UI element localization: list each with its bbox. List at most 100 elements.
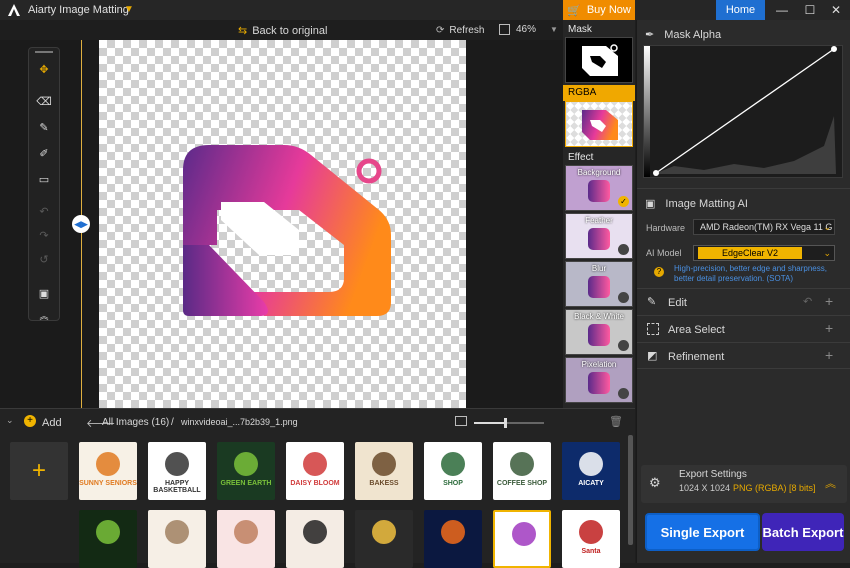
buy-now-button[interactable]: 🛒 Buy Now (563, 0, 635, 20)
slider-handle[interactable] (504, 418, 507, 428)
status-dot-icon (618, 292, 629, 303)
refinement-section[interactable]: ◩ Refinement + (637, 342, 850, 369)
status-dot-icon (618, 388, 629, 399)
add-image-tile[interactable]: + (10, 442, 68, 500)
gallery-thumbnail[interactable]: Santa (562, 510, 620, 568)
eyedropper-icon: ✒ (645, 29, 655, 41)
thumbnail-image (579, 452, 603, 476)
image-matting-header: ▣ Image Matting AI (645, 197, 748, 211)
gallery-thumbnail[interactable] (286, 510, 344, 568)
back-to-original-button[interactable]: ⇆ Back to original (238, 24, 327, 38)
effect-blur[interactable]: Blur (565, 261, 633, 307)
gallery-thumbnail[interactable] (424, 510, 482, 568)
mask-preview[interactable] (565, 37, 633, 83)
export-settings-icon: ⚙ (649, 475, 661, 490)
thumbnail-caption: GREEN EARTH (220, 480, 272, 487)
refresh-button[interactable]: ⟳ Refresh (436, 25, 484, 36)
current-file-name: winxvideoai_...7b2b39_1.png (181, 417, 298, 427)
effect-pixelation[interactable]: Pixelation (565, 357, 633, 403)
roller-tool-icon[interactable]: ▭ (29, 168, 59, 190)
area-select-expand-icon[interactable]: + (825, 320, 833, 336)
edit-expand-icon[interactable]: + (825, 293, 833, 309)
home-button[interactable]: Home (716, 0, 765, 20)
tool-panel-handle[interactable] (35, 51, 53, 53)
effect-black-white[interactable]: Black & White (565, 309, 633, 355)
splitter-handle-icon[interactable]: ◀▶ (72, 215, 90, 233)
alpha-curve-graph[interactable] (643, 45, 843, 178)
export-format: PNG (RGBA) [8 bits] (733, 483, 816, 493)
gallery-thumbnail[interactable]: DAISY BLOOM (286, 442, 344, 500)
thumbnail-caption: COFFEE SHOP (496, 480, 548, 487)
edit-undo-icon[interactable]: ↶ (803, 295, 812, 308)
gallery-thumbnail[interactable]: HAPPY BASKETBALL (148, 442, 206, 500)
refinement-label: Refinement (668, 351, 725, 363)
eraser-tool-icon[interactable]: ⌫ (29, 90, 59, 112)
gallery-thumbnail[interactable] (79, 510, 137, 568)
export-collapse-icon[interactable]: ︽ (825, 475, 836, 491)
gallery-thumbnail[interactable]: BAKESS (355, 442, 413, 500)
effect-thumb-image (588, 228, 610, 250)
single-export-button[interactable]: Single Export (645, 513, 760, 551)
thumbnail-size-slider[interactable] (474, 418, 544, 428)
image-canvas[interactable] (99, 40, 466, 408)
rgba-label: RGBA (568, 87, 597, 98)
fit-screen-icon[interactable]: ▣ (29, 282, 59, 304)
mask-alpha-header: ✒ Mask Alpha (645, 28, 722, 42)
thumbnail-caption: DAISY BLOOM (290, 480, 340, 487)
redo-icon[interactable]: ↷ (29, 224, 59, 246)
hardware-select[interactable]: AMD Radeon(TM) RX Vega 11 G ⌄ (693, 219, 835, 235)
hardware-dropdown-icon: ⌄ (823, 221, 831, 232)
gallery-thumbnail[interactable]: SHOP (424, 442, 482, 500)
gallery-thumbnail[interactable]: SUNNY SENIORS (79, 442, 137, 500)
all-images-label[interactable]: All Images (16) (102, 417, 169, 428)
gallery-collapse-icon[interactable]: ⌄ (6, 415, 14, 426)
zoom-dropdown-icon[interactable]: ▼ (550, 25, 558, 34)
gallery-thumbnail[interactable] (355, 510, 413, 568)
mask-label: Mask (568, 24, 592, 35)
collapse-up-icon[interactable]: ︽ (29, 304, 59, 326)
effect-label: Black & White (574, 312, 624, 321)
close-button[interactable]: ✕ (822, 0, 850, 20)
checkmark-icon: ✓ (618, 196, 629, 207)
refinement-expand-icon[interactable]: + (825, 347, 833, 363)
ai-model-select[interactable]: EdgeClear V2 ⌄ (693, 245, 835, 261)
brush-tool-icon[interactable]: ✎ (29, 116, 59, 138)
gallery-thumbnail[interactable] (217, 510, 275, 568)
mask-alpha-title: Mask Alpha (664, 28, 722, 41)
trash-icon[interactable]: 🗑 (609, 415, 623, 428)
effect-background[interactable]: Background ✓ (565, 165, 633, 211)
thumbnail-image (510, 452, 534, 476)
gallery-thumbnail[interactable] (493, 510, 551, 568)
maximize-button[interactable]: ☐ (796, 0, 824, 20)
thumbnail-size-icon (455, 416, 467, 426)
undo-icon[interactable]: ↶ (29, 200, 59, 222)
ai-model-description: High-precision, better edge and sharpnes… (674, 264, 827, 283)
gallery-thumbnail[interactable]: COFFEE SHOP (493, 442, 551, 500)
app-menu-chevron-icon[interactable]: ▼ (124, 4, 134, 15)
reset-icon[interactable]: ↺ (29, 248, 59, 270)
smudge-tool-icon[interactable]: ✐ (29, 142, 59, 164)
rgba-preview[interactable] (565, 101, 633, 147)
ai-model-value: EdgeClear V2 (698, 247, 803, 259)
compare-icon: ⇆ (238, 25, 248, 37)
gallery-thumbnail[interactable]: AICATY (562, 442, 620, 500)
gallery-thumbnail[interactable] (148, 510, 206, 568)
gallery-thumbnail[interactable]: GREEN EARTH (217, 442, 275, 500)
effect-label: Pixelation (581, 360, 617, 369)
zoom-value: 46% (516, 24, 537, 35)
rgba-tab[interactable]: RGBA (563, 85, 635, 101)
edit-section[interactable]: ✎ Edit ↶ + (637, 288, 850, 315)
add-icon[interactable]: + (24, 415, 36, 427)
move-tool-icon[interactable]: ✥ (29, 58, 59, 80)
effect-feather[interactable]: Feather (565, 213, 633, 259)
area-select-section[interactable]: Area Select + (637, 315, 850, 342)
minimize-button[interactable]: — (768, 0, 796, 20)
help-icon[interactable]: ? (654, 267, 664, 277)
add-images-button[interactable]: Add (42, 417, 62, 429)
thumbnail-image (372, 520, 396, 544)
effect-thumb-image (588, 324, 610, 346)
zoom-control[interactable]: 46% ▼ (499, 24, 558, 35)
batch-export-button[interactable]: Batch Export (762, 513, 844, 551)
gallery-scrollbar[interactable] (628, 435, 633, 545)
export-settings-panel[interactable]: ⚙ Export Settings 1024 X 1024 PNG (RGBA)… (641, 465, 847, 503)
